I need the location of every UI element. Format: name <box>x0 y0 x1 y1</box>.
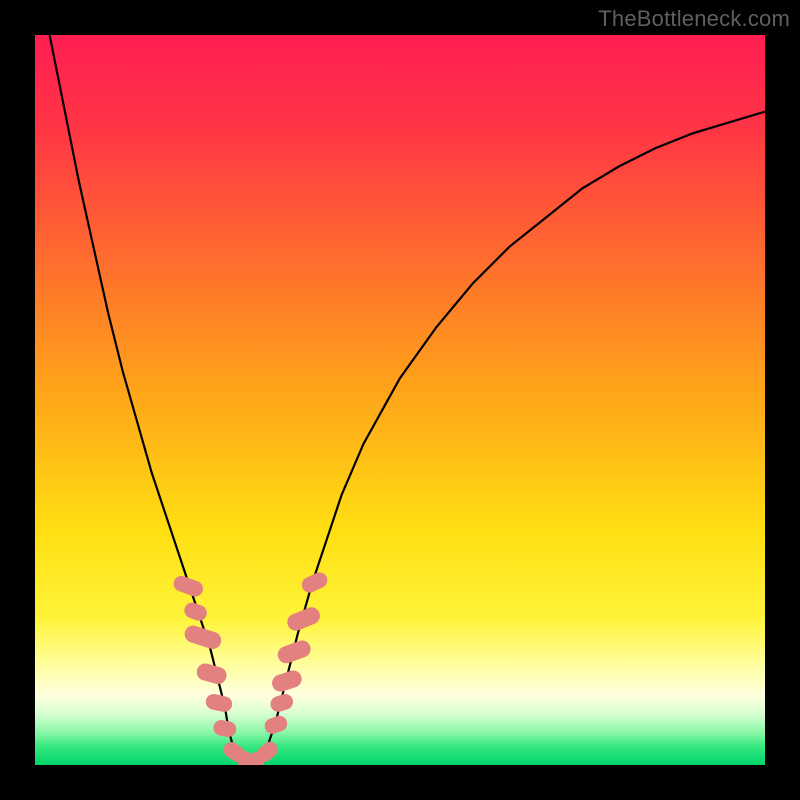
curve-marker <box>172 574 204 598</box>
curve-marker <box>183 601 209 622</box>
curve-layer <box>35 35 765 765</box>
left-curve <box>50 35 254 762</box>
curve-marker <box>213 719 237 737</box>
curve-marker <box>269 693 294 714</box>
plot-area <box>35 35 765 765</box>
curve-marker <box>195 662 227 685</box>
curve-marker <box>205 693 233 713</box>
curve-marker <box>300 570 329 594</box>
curve-marker <box>276 639 312 665</box>
attribution-label: TheBottleneck.com <box>598 6 790 32</box>
marker-group <box>172 570 329 765</box>
curve-marker <box>270 669 303 693</box>
chart-frame: TheBottleneck.com <box>0 0 800 800</box>
curve-marker <box>263 714 289 735</box>
right-curve <box>254 112 765 762</box>
